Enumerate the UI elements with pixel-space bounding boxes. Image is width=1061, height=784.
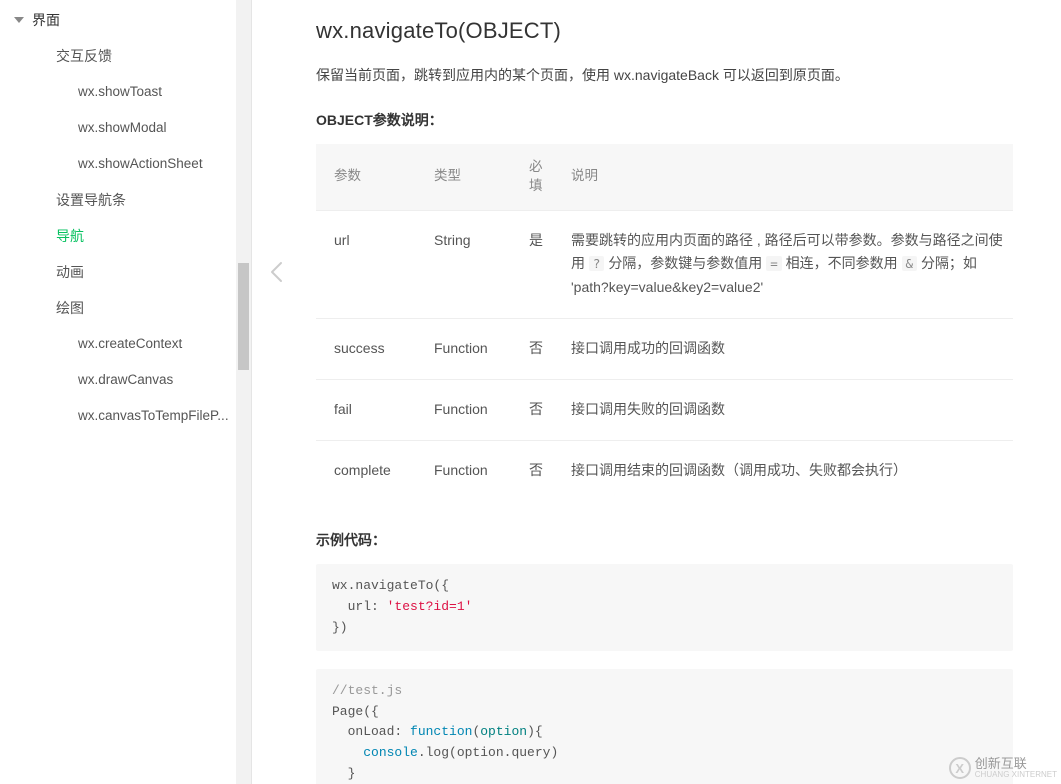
td-type: Function [416,318,511,379]
sidebar-item-drawcanvas[interactable]: wx.drawCanvas [0,362,251,398]
td-type: Function [416,440,511,500]
sidebar-item-canvastotemp[interactable]: wx.canvasToTempFileP... [0,398,251,434]
code-block-1: wx.navigateTo({ url: 'test?id=1' }) [316,564,1013,650]
td-required: 否 [511,440,553,500]
td-param: complete [316,440,416,500]
sidebar-root-ui[interactable]: 界面 [0,2,251,38]
sidebar: 界面 交互反馈 wx.showToast wx.showModal wx.sho… [0,0,252,784]
sidebar-item-label: wx.createContext [78,334,182,354]
caret-down-icon [16,15,26,25]
td-param: fail [316,379,416,440]
td-desc: 接口调用失败的回调函数 [553,379,1013,440]
sidebar-item-showactionsheet[interactable]: wx.showActionSheet [0,146,251,182]
table-row: url String 是 需要跳转的应用内页面的路径 , 路径后可以带参数。参数… [316,210,1013,318]
sidebar-item-feedback[interactable]: 交互反馈 [0,38,251,74]
sidebar-item-label: 导航 [56,226,84,246]
td-param: url [316,210,416,318]
sidebar-item-showmodal[interactable]: wx.showModal [0,110,251,146]
example-heading: 示例代码： [316,530,1013,550]
table-row: fail Function 否 接口调用失败的回调函数 [316,379,1013,440]
sidebar-item-navbar[interactable]: 设置导航条 [0,182,251,218]
th-param: 参数 [316,144,416,210]
td-param: success [316,318,416,379]
th-type: 类型 [416,144,511,210]
th-desc: 说明 [553,144,1013,210]
sidebar-item-label: wx.canvasToTempFileP... [78,406,229,426]
sidebar-item-navigate[interactable]: 导航 [0,218,251,254]
th-required: 必填 [511,144,553,210]
sidebar-item-label: wx.showModal [78,118,167,138]
td-desc: 需要跳转的应用内页面的路径 , 路径后可以带参数。参数与路径之间使用 ? 分隔，… [553,210,1013,318]
td-required: 否 [511,379,553,440]
sidebar-item-label: 动画 [56,262,84,282]
params-heading: OBJECT参数说明： [316,110,1013,130]
sidebar-item-createcontext[interactable]: wx.createContext [0,326,251,362]
page-description: 保留当前页面，跳转到应用内的某个页面，使用 wx.navigateBack 可以… [316,64,1013,88]
sidebar-item-label: 绘图 [56,298,84,318]
td-desc: 接口调用成功的回调函数 [553,318,1013,379]
sidebar-item-animation[interactable]: 动画 [0,254,251,290]
params-table: 参数 类型 必填 说明 url String 是 需要跳转的应用内页面的路径 ,… [316,144,1013,501]
main-content: wx.navigateTo(OBJECT) 保留当前页面，跳转到应用内的某个页面… [252,0,1061,784]
sidebar-item-draw[interactable]: 绘图 [0,290,251,326]
sidebar-scrollbar-thumb[interactable] [238,263,249,370]
code-block-2: //test.js Page({ onLoad: function(option… [316,669,1013,784]
td-type: String [416,210,511,318]
sidebar-item-label: 交互反馈 [56,46,112,66]
page-title: wx.navigateTo(OBJECT) [316,18,1013,44]
table-row: complete Function 否 接口调用结束的回调函数（调用成功、失败都… [316,440,1013,500]
sidebar-item-label: wx.showActionSheet [78,154,203,174]
sidebar-root-label: 界面 [32,10,60,30]
sidebar-item-showtoast[interactable]: wx.showToast [0,74,251,110]
td-required: 是 [511,210,553,318]
td-required: 否 [511,318,553,379]
sidebar-item-label: 设置导航条 [56,190,126,210]
sidebar-scrollbar-track[interactable] [236,0,251,784]
table-row: success Function 否 接口调用成功的回调函数 [316,318,1013,379]
td-type: Function [416,379,511,440]
td-desc: 接口调用结束的回调函数（调用成功、失败都会执行） [553,440,1013,500]
sidebar-item-label: wx.showToast [78,82,162,102]
sidebar-item-label: wx.drawCanvas [78,370,173,390]
table-header-row: 参数 类型 必填 说明 [316,144,1013,210]
